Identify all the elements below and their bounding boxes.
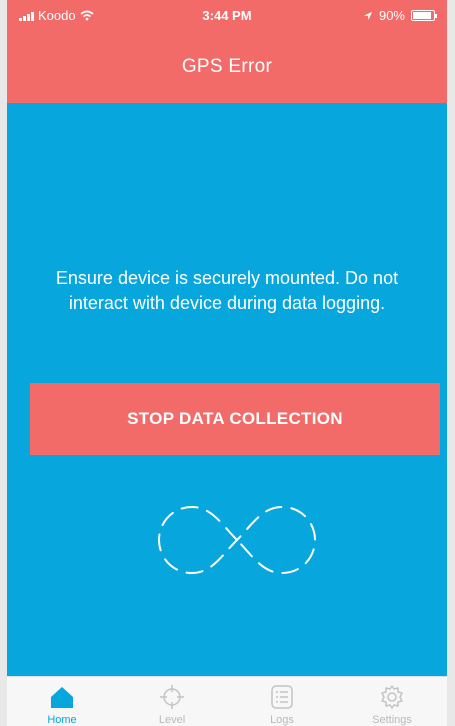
- tab-home[interactable]: Home: [7, 677, 117, 726]
- tab-home-label: Home: [47, 714, 77, 726]
- infinity-loading-icon: [157, 505, 317, 575]
- location-arrow-icon: [363, 11, 372, 20]
- tab-settings-label: Settings: [372, 714, 412, 726]
- app-screen: Koodo 3:44 PM 90% GPS Error Ensure devic…: [7, 0, 447, 726]
- instruction-message: Ensure device is securely mounted. Do no…: [55, 268, 399, 313]
- gear-icon: [381, 685, 403, 709]
- tab-logs-label: Logs: [270, 714, 294, 726]
- list-icon: [271, 685, 293, 709]
- tab-bar: Home Level Logs Settings: [7, 676, 447, 726]
- battery-icon: [411, 10, 437, 21]
- status-right: 90%: [363, 8, 437, 23]
- status-bar: Koodo 3:44 PM 90%: [7, 0, 447, 30]
- page-title: GPS Error: [181, 56, 273, 77]
- tab-level-label: Level: [158, 714, 186, 726]
- tab-settings[interactable]: Settings: [337, 677, 447, 726]
- stop-data-collection-button[interactable]: STOP DATA COLLECTION: [30, 383, 440, 455]
- tab-level[interactable]: Level: [117, 677, 227, 726]
- battery-percent: 90%: [378, 8, 405, 23]
- home-icon: [51, 687, 73, 708]
- tab-logs[interactable]: Logs: [227, 677, 337, 726]
- header: Koodo 3:44 PM 90% GPS Error: [7, 0, 447, 103]
- crosshair-icon: [160, 685, 184, 709]
